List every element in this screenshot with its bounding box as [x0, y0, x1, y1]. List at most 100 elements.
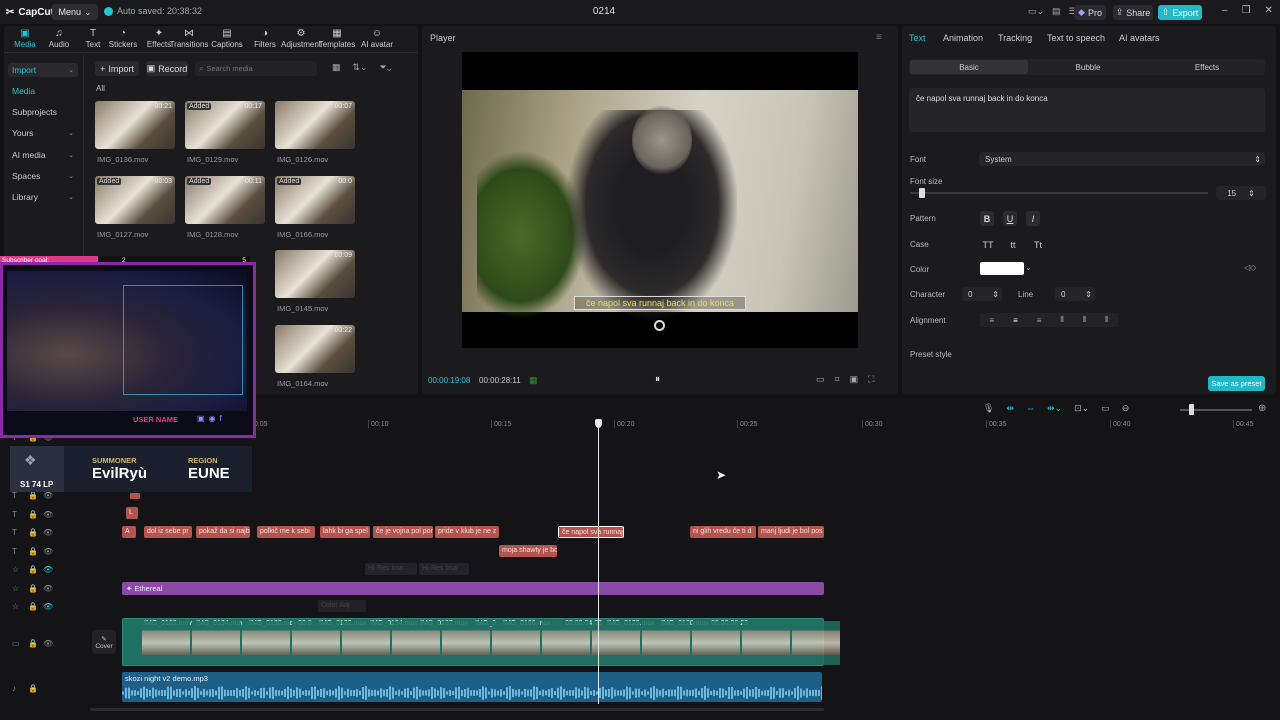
eye-icon[interactable]: 👁 — [43, 602, 53, 611]
tab-templates[interactable]: ▦ Templates — [316, 28, 358, 50]
text-clip[interactable]: ni glih vredu če ti d — [690, 526, 756, 538]
prop-tab-text-to-speech[interactable]: Text to speech — [1047, 33, 1105, 43]
eye-icon[interactable]: 👁 — [43, 584, 53, 593]
sidebar-item-library[interactable]: Library ⌄ — [8, 190, 78, 204]
filter-all[interactable]: All — [96, 84, 105, 93]
titlecase-button[interactable]: Tt — [1030, 237, 1046, 252]
media-thumbnail[interactable]: Added 00:03 — [95, 176, 175, 224]
eye-icon[interactable]: 👁 — [43, 491, 53, 500]
eye-icon[interactable]: 👁 — [43, 639, 53, 648]
hamburger-icon[interactable]: ≡ — [876, 32, 882, 43]
filter-icon[interactable]: ⏷⌄ — [380, 62, 392, 73]
tab-text[interactable]: T Text — [76, 28, 110, 50]
text-clip[interactable]: pokaž da si najb — [196, 526, 250, 538]
lock-icon[interactable]: 🔒 — [28, 584, 38, 593]
zoom-in-icon[interactable]: ⊕ — [1258, 403, 1266, 414]
lock-icon[interactable]: 🔒 — [28, 639, 38, 648]
media-thumbnail[interactable]: 00:21 — [95, 101, 175, 149]
save-preset-button[interactable]: Save as preset — [1208, 376, 1265, 391]
media-thumbnail[interactable]: Added 00:17 — [185, 101, 265, 149]
font-size-track[interactable] — [910, 192, 1208, 194]
chevron-down-icon[interactable]: ⌄ — [1025, 263, 1032, 272]
text-clip[interactable]: če napol sva runnaj — [558, 526, 624, 538]
tab-transitions[interactable]: ⋈ Transitions — [170, 28, 209, 50]
text-clip[interactable]: dol iz sebe pr — [144, 526, 192, 538]
sidebar-item-subprojects[interactable]: Subprojects — [8, 105, 78, 119]
uppercase-button[interactable]: TT — [980, 237, 996, 252]
subtitle-overlay[interactable]: če napol sva runnaj back in do konca — [574, 296, 746, 310]
font-size-slider-handle[interactable] — [919, 188, 925, 198]
maximize-icon[interactable]: ❐ — [1242, 5, 1251, 16]
align-top-icon[interactable]: ⫴ — [1060, 315, 1063, 325]
lock-icon[interactable]: 🔒 — [28, 602, 38, 611]
lock-icon[interactable]: 🔒 — [28, 547, 38, 556]
align-bottom-icon[interactable]: ⫴ — [1105, 315, 1108, 325]
shortcut-icon[interactable]: ▤ — [1052, 6, 1061, 17]
text-content-input[interactable]: če napol sva runnaj back in do konca — [909, 88, 1265, 132]
import-button[interactable]: + Import — [95, 61, 139, 76]
align-middle-icon[interactable]: ⫴ — [1083, 315, 1086, 325]
ratio-icon[interactable]: ▣ — [850, 374, 859, 385]
search-input[interactable] — [206, 64, 307, 73]
magnet-icon[interactable]: ⇔ — [1026, 403, 1035, 414]
lock-icon[interactable]: 🔒 — [28, 684, 38, 693]
lock-icon[interactable]: 🔒 — [28, 565, 38, 574]
tab-captions[interactable]: ▤ Captions — [210, 28, 244, 50]
media-thumbnail[interactable]: 00:09 — [275, 250, 355, 298]
eye-icon[interactable]: 👁 — [43, 510, 53, 519]
sidebar-item-yours[interactable]: Yours ⌄ — [8, 126, 78, 140]
media-thumbnail[interactable]: Added 00:11 — [185, 176, 265, 224]
eye-icon[interactable]: 👁 — [43, 547, 53, 556]
media-thumbnail[interactable]: 00:22 — [275, 325, 355, 373]
audio-clip[interactable]: skozi night v2 demo.mp3 — [122, 672, 822, 702]
line-input[interactable]: 0 ⇕ — [1055, 287, 1095, 301]
tab-media[interactable]: ▣ Media — [8, 28, 42, 50]
grid-view-icon[interactable]: ▦ — [332, 62, 341, 73]
font-select[interactable]: System ⇕ — [979, 152, 1265, 166]
link-icon[interactable]: ⇹ — [1006, 403, 1014, 414]
minimize-icon[interactable]: – — [1222, 5, 1228, 16]
preview-axis-icon[interactable]: ⊡⌄ — [1074, 403, 1089, 414]
small-text-clip[interactable]: L — [126, 507, 138, 519]
share-button[interactable]: ⇪ Share — [1113, 5, 1153, 20]
text-clip[interactable]: polkič me k sebi — [257, 526, 315, 538]
lowercase-button[interactable]: tt — [1005, 237, 1021, 252]
quality-icon[interactable]: ▭ — [816, 374, 825, 385]
subtab-basic[interactable]: Basic — [910, 63, 1028, 72]
text-clip[interactable]: lahk bi ga spel — [320, 526, 370, 538]
adjustment-clip[interactable]: Hi-Res Ima — [365, 563, 417, 575]
zoom-out-icon[interactable]: ⊖ — [1122, 403, 1130, 414]
pro-button[interactable]: ◆ Pro — [1074, 5, 1106, 20]
align-right-icon[interactable]: ≡ — [1037, 316, 1042, 325]
layout-icon[interactable]: ▭⌄ — [1028, 6, 1044, 17]
playhead-line[interactable] — [598, 420, 599, 704]
prop-tab-tracking[interactable]: Tracking — [998, 33, 1032, 43]
tab-filters[interactable]: ◑ Filters — [248, 28, 282, 50]
crop-icon[interactable]: ⌗ — [835, 374, 840, 385]
text-clip[interactable]: moja shawty je bo — [499, 545, 557, 557]
menu-button[interactable]: Menu ⌄ — [52, 4, 98, 20]
rotate-handle-icon[interactable] — [654, 320, 665, 331]
eye-icon[interactable]: 👁 — [43, 528, 53, 537]
adjustment-clip[interactable]: Color Adj — [318, 600, 366, 612]
search-box[interactable]: ⌕ — [195, 61, 317, 76]
snap-icon[interactable]: ⇹⌄ — [1047, 403, 1062, 414]
sidebar-item-spaces[interactable]: Spaces ⌄ — [8, 169, 78, 183]
sort-icon[interactable]: ⇅⌄ — [353, 62, 368, 73]
lock-icon[interactable]: 🔒 — [28, 491, 38, 500]
prop-tab-ai-avatars[interactable]: AI avatars — [1119, 33, 1160, 43]
bold-button[interactable]: B — [980, 211, 994, 226]
underline-button[interactable]: U — [1003, 211, 1017, 226]
subtab-bubble[interactable]: Bubble — [1029, 63, 1147, 72]
microphone-icon[interactable]: 🎙 — [983, 403, 994, 414]
cover-button[interactable]: ✎ Cover — [92, 630, 116, 654]
tab-audio[interactable]: ♫ Audio — [42, 28, 76, 50]
align-center-icon[interactable]: ≡ — [1013, 316, 1018, 325]
lock-icon[interactable]: 🔒 — [28, 528, 38, 537]
fullscreen-icon[interactable]: ⛶ — [868, 374, 874, 385]
adjustment-clip[interactable]: Hi-Res Ima — [419, 563, 469, 575]
export-button[interactable]: ⇧ Export — [1158, 5, 1202, 20]
small-clip[interactable] — [130, 493, 140, 499]
tab-stickers[interactable]: ◔ Stickers — [106, 28, 140, 50]
tab-ai-avatar[interactable]: ☺ AI avatar — [356, 28, 398, 50]
